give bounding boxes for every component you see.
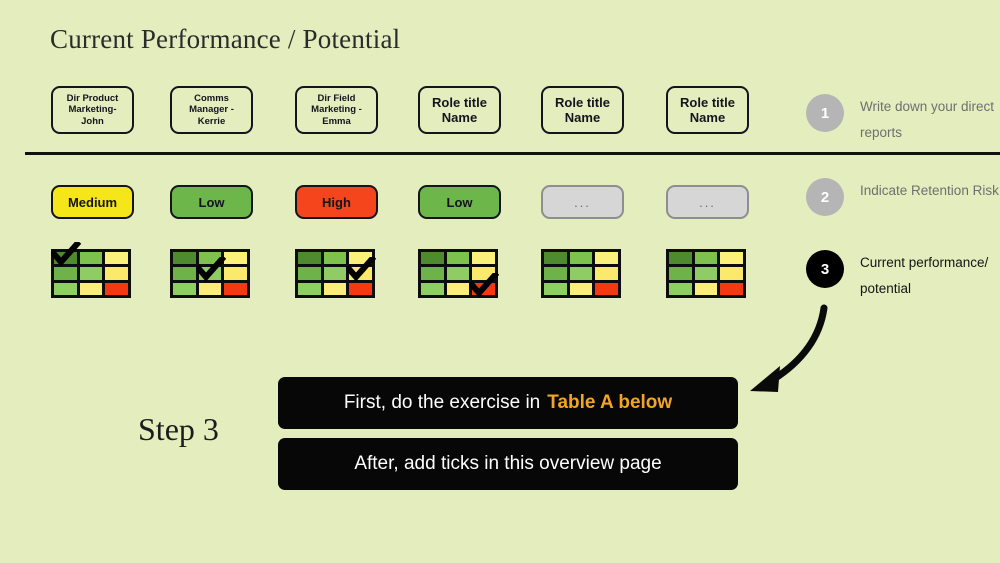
nine-box-cell[interactable] xyxy=(720,282,743,295)
step-number-badge: 2 xyxy=(806,178,844,216)
nine-box-cell[interactable] xyxy=(544,252,567,265)
nine-box-cell[interactable] xyxy=(79,267,103,280)
nine-box-cell[interactable] xyxy=(544,267,567,280)
nine-box-cell[interactable] xyxy=(720,267,743,280)
retention-risk-pill[interactable]: High xyxy=(295,185,378,219)
nine-box-cell[interactable] xyxy=(720,252,743,265)
instruction-banner-primary[interactable]: First, do the exercise in Table A below xyxy=(278,377,738,429)
tick-icon xyxy=(51,242,81,267)
step-item-1[interactable]: 1 Write down your direct reports xyxy=(806,94,1000,146)
nine-box-cell[interactable] xyxy=(51,242,81,267)
nine-box-cell[interactable] xyxy=(173,282,196,295)
retention-risk-pill[interactable]: ... xyxy=(541,185,624,219)
step-label: Current performance/ potential xyxy=(860,255,989,296)
nine-box-cell[interactable] xyxy=(323,252,347,265)
nine-box-cell[interactable] xyxy=(421,267,444,280)
nine-box-cell[interactable] xyxy=(54,267,77,280)
role-name-box[interactable]: Comms Manager - Kerrie xyxy=(170,86,253,134)
nine-box-grid[interactable] xyxy=(541,249,621,298)
role-name-box[interactable]: Dir Product Marketing- John xyxy=(51,86,134,134)
nine-box-cell[interactable] xyxy=(224,252,247,265)
nine-box-cell[interactable] xyxy=(224,282,247,295)
step-item-2[interactable]: 2 Indicate Retention Risk xyxy=(806,178,999,216)
curved-arrow-icon xyxy=(750,304,828,392)
nine-box-cell[interactable] xyxy=(569,282,593,295)
nine-box-cell[interactable] xyxy=(323,267,347,280)
nine-box-cell[interactable] xyxy=(446,267,470,280)
horizontal-divider xyxy=(25,152,1000,155)
nine-box-grid[interactable] xyxy=(170,249,250,298)
retention-risk-pill[interactable]: Medium xyxy=(51,185,134,219)
nine-box-cell[interactable] xyxy=(569,267,593,280)
nine-box-cell[interactable] xyxy=(173,267,196,280)
nine-box-cell[interactable] xyxy=(198,252,222,265)
role-name-box[interactable]: Role title Name xyxy=(666,86,749,134)
nine-box-cell[interactable] xyxy=(446,282,470,295)
nine-box-cell[interactable] xyxy=(446,252,470,265)
nine-box-cell[interactable] xyxy=(694,267,718,280)
nine-box-cell[interactable] xyxy=(472,267,495,280)
nine-box-cell[interactable] xyxy=(195,257,226,282)
nine-box-cell[interactable] xyxy=(694,252,718,265)
retention-risk-pill[interactable]: ... xyxy=(666,185,749,219)
step-number-badge: 3 xyxy=(806,250,844,288)
nine-box-cell[interactable] xyxy=(54,282,77,295)
step-three-heading: Step 3 xyxy=(138,411,219,447)
banner-highlight-text: Table A below xyxy=(547,392,673,413)
nine-box-cell[interactable] xyxy=(79,282,103,295)
nine-box-grid[interactable] xyxy=(51,242,131,298)
nine-box-cell[interactable] xyxy=(298,282,321,295)
banner-text: First, do the exercise in xyxy=(343,392,541,413)
nine-box-cell[interactable] xyxy=(105,282,128,295)
role-name-box[interactable]: Role title Name xyxy=(541,86,624,134)
nine-box-cell[interactable] xyxy=(694,282,718,295)
nine-box-cell[interactable] xyxy=(569,252,593,265)
nine-box-cell[interactable] xyxy=(595,267,618,280)
nine-box-cell[interactable] xyxy=(595,282,618,295)
nine-box-cell[interactable] xyxy=(472,252,495,265)
nine-box-cell[interactable] xyxy=(79,252,103,265)
nine-box-cell[interactable] xyxy=(544,282,567,295)
nine-box-cell[interactable] xyxy=(105,267,128,280)
nine-box-cell[interactable] xyxy=(595,252,618,265)
nine-box-cell[interactable] xyxy=(469,272,500,298)
nine-box-cell[interactable] xyxy=(198,282,222,295)
nine-box-grid[interactable] xyxy=(295,249,377,298)
nine-box-cell[interactable] xyxy=(298,267,321,280)
nine-box-cell[interactable] xyxy=(669,282,692,295)
role-name-box[interactable]: Dir Field Marketing - Emma xyxy=(295,86,378,134)
nine-box-cell[interactable] xyxy=(669,267,692,280)
nine-box-grid[interactable] xyxy=(666,249,746,298)
slide-canvas: Current Performance / Potential Dir Prod… xyxy=(0,0,1000,563)
nine-box-grid[interactable] xyxy=(418,249,500,298)
nine-box-cell[interactable] xyxy=(346,257,377,282)
nine-box-cell[interactable] xyxy=(349,282,372,295)
nine-box-cell[interactable] xyxy=(421,282,444,295)
step-number-badge: 1 xyxy=(806,94,844,132)
nine-box-cell[interactable] xyxy=(105,252,128,265)
role-name-box[interactable]: Role title Name xyxy=(418,86,501,134)
nine-box-cell[interactable] xyxy=(669,252,692,265)
retention-risk-pill[interactable]: Low xyxy=(170,185,253,219)
nine-box-cell[interactable] xyxy=(323,282,347,295)
page-title: Current Performance / Potential xyxy=(50,24,401,54)
banner-text: After, add ticks in this overview page xyxy=(354,453,662,474)
step-label: Indicate Retention Risk xyxy=(860,183,999,198)
nine-box-cell[interactable] xyxy=(421,252,444,265)
nine-box-cell[interactable] xyxy=(224,267,247,280)
instruction-banner-secondary[interactable]: After, add ticks in this overview page xyxy=(278,438,738,490)
nine-box-cell[interactable] xyxy=(298,252,321,265)
nine-box-cell[interactable] xyxy=(173,252,196,265)
nine-box-cell[interactable] xyxy=(349,252,372,265)
retention-risk-pill[interactable]: Low xyxy=(418,185,501,219)
step-label: Write down your direct reports xyxy=(860,99,995,140)
